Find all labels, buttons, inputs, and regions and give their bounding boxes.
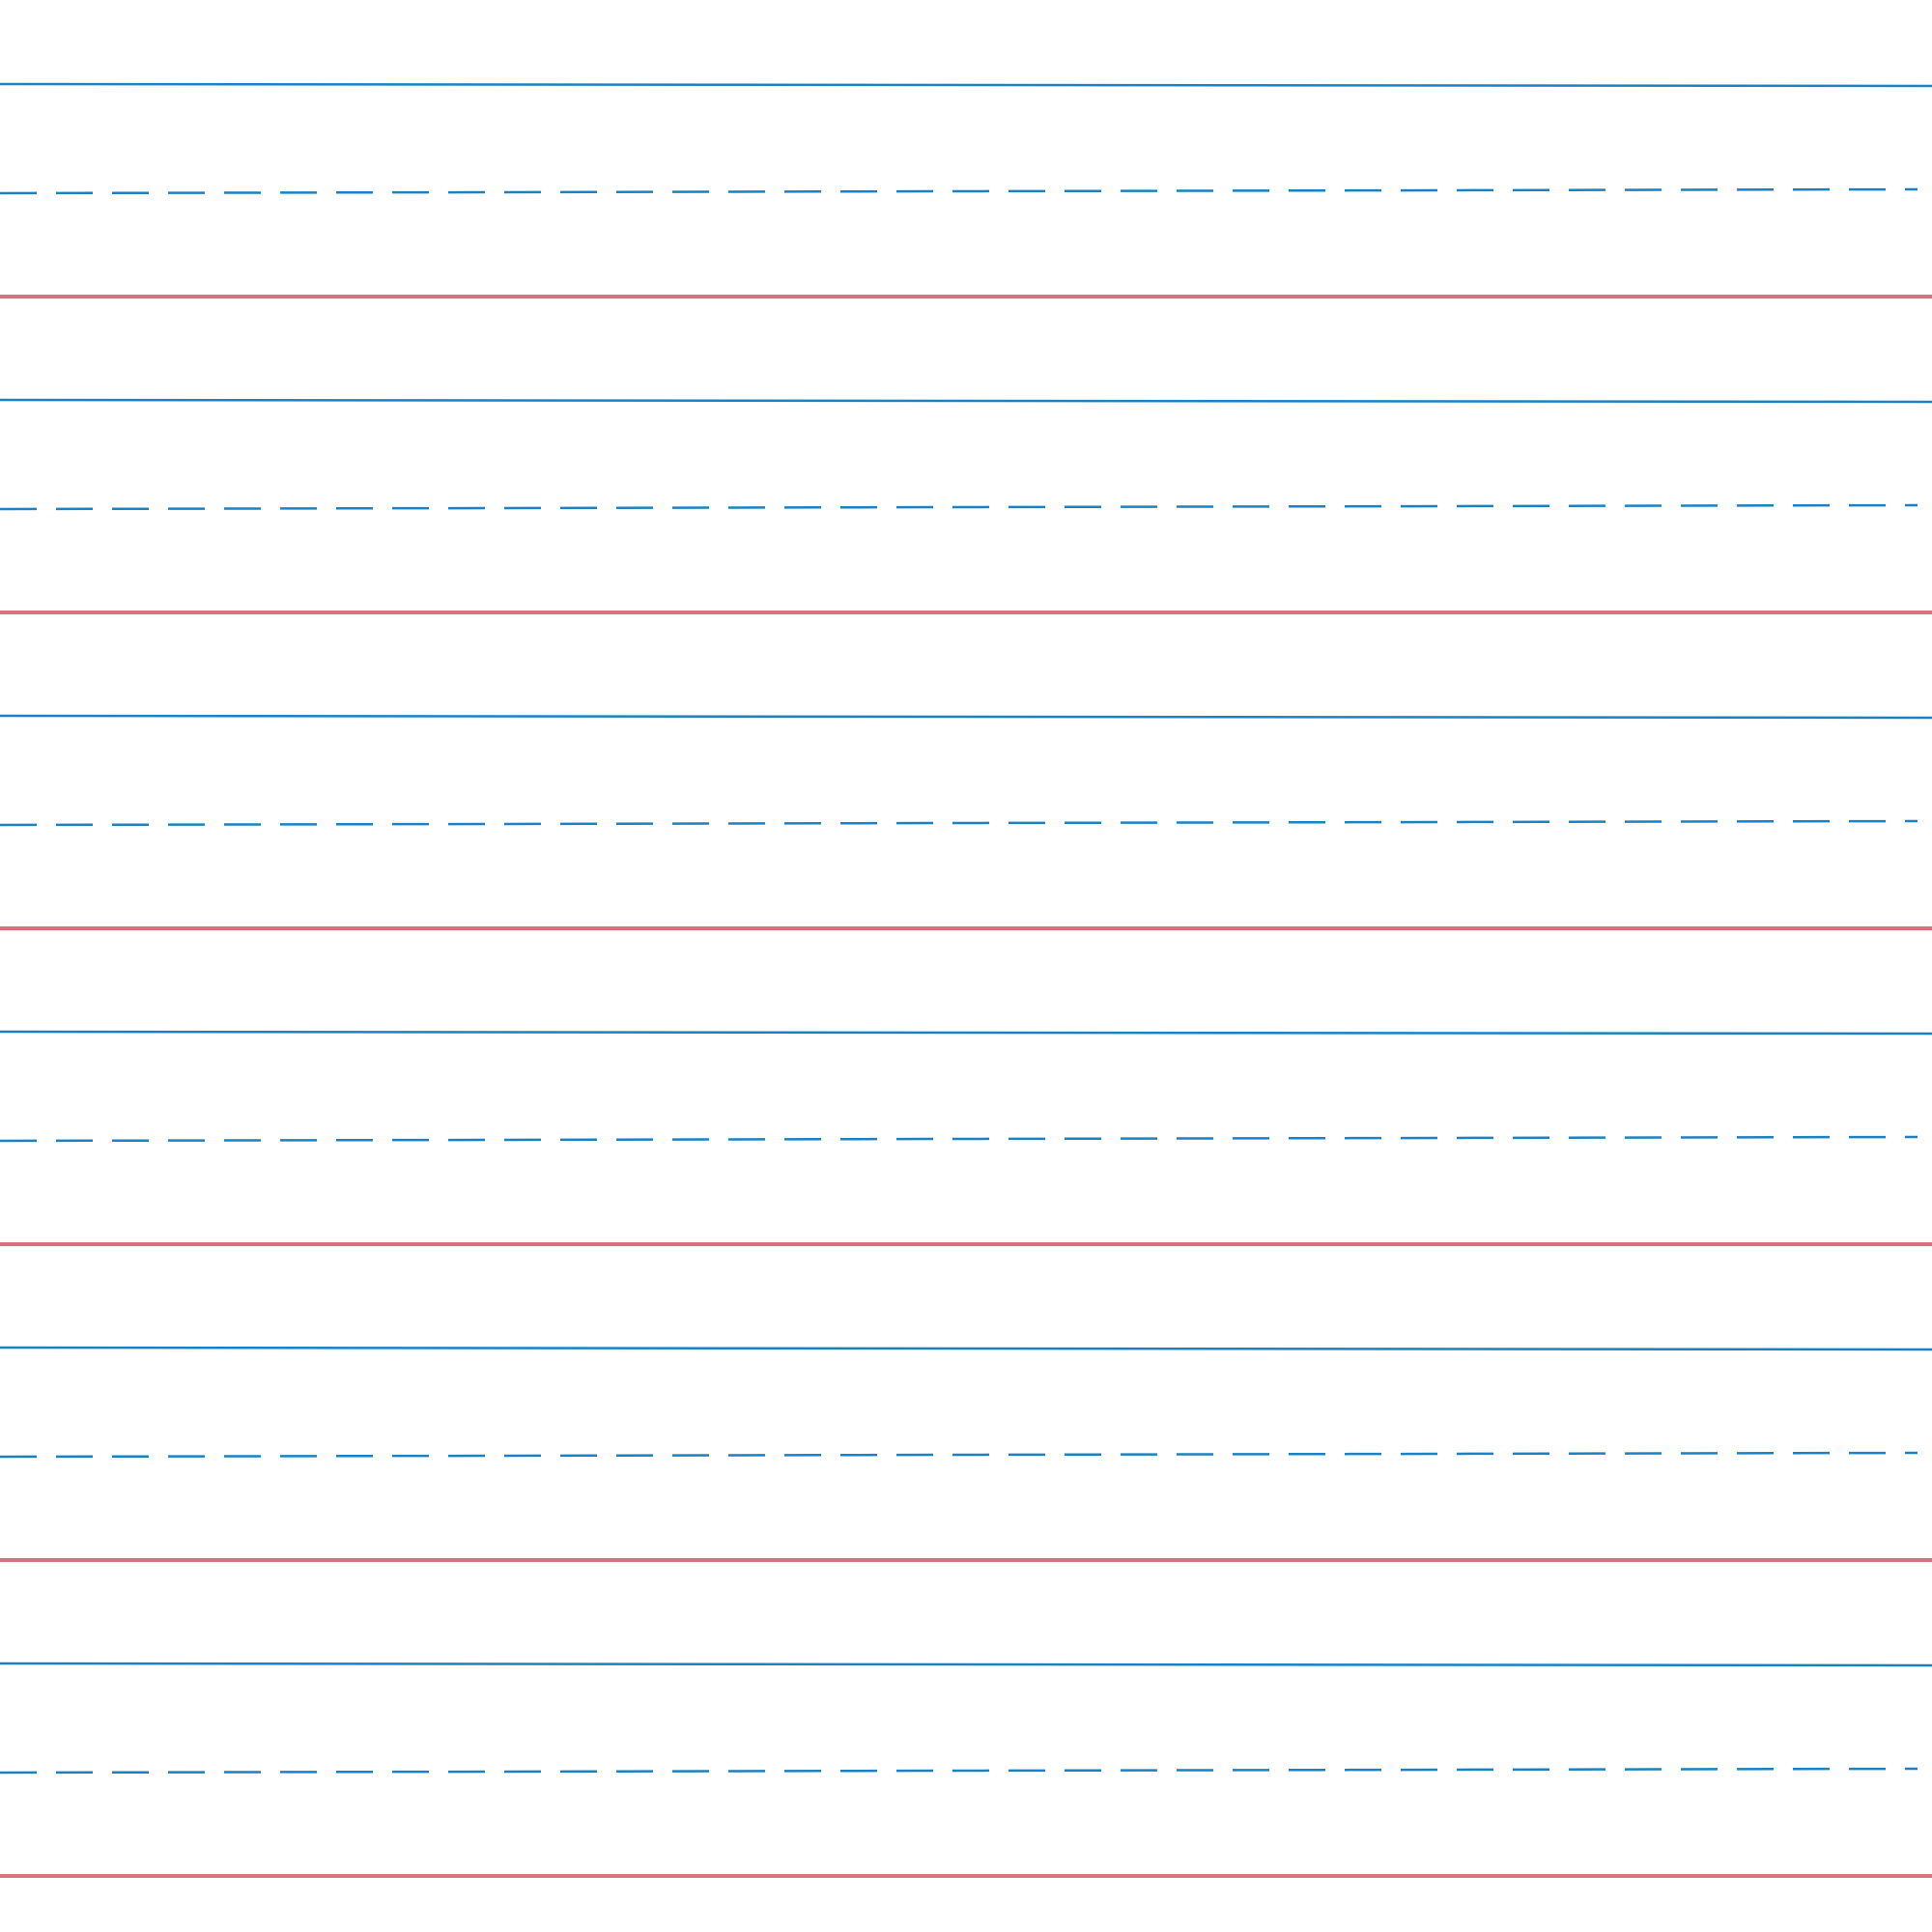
writing-row: [0, 1030, 1932, 1246]
midline-dashed: [0, 503, 1918, 511]
writing-row: [0, 714, 1932, 930]
headline: [0, 398, 1932, 404]
headline: [0, 1346, 1932, 1351]
ruling-lines: [0, 82, 1932, 1878]
handwriting-paper: [0, 0, 1932, 1932]
headline: [0, 714, 1932, 720]
writing-row: [0, 1662, 1932, 1878]
midline-dashed: [0, 1767, 1918, 1775]
midline-dashed: [0, 1451, 1918, 1459]
writing-row: [0, 82, 1932, 298]
headline: [0, 1030, 1932, 1036]
midline-dashed: [0, 819, 1918, 827]
headline: [0, 82, 1932, 88]
midline-dashed: [0, 1135, 1918, 1143]
midline-dashed: [0, 187, 1918, 195]
headline: [0, 1662, 1932, 1667]
writing-row: [0, 1346, 1932, 1562]
writing-row: [0, 398, 1932, 614]
